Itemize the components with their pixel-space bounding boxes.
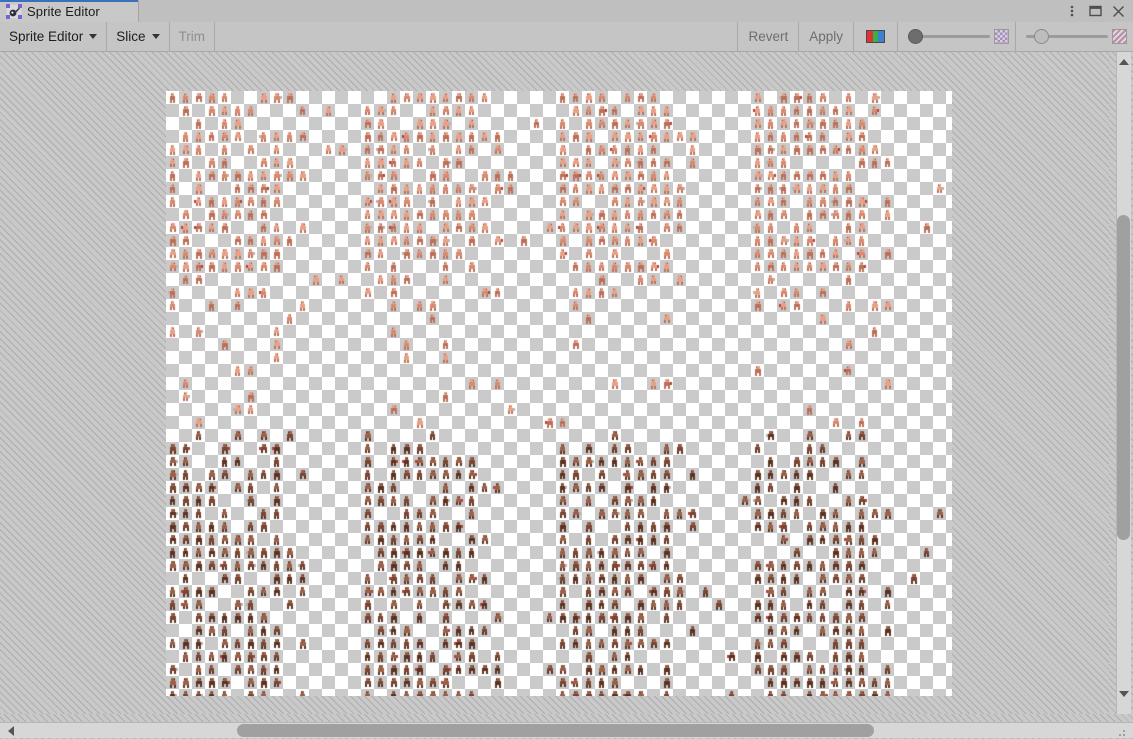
window-tab-bar: Sprite Editor — [0, 0, 1133, 22]
alpha-slider-track[interactable] — [908, 29, 990, 45]
scroll-up-arrow[interactable] — [1117, 56, 1130, 68]
kebab-menu-icon[interactable] — [1061, 0, 1083, 22]
trim-button: Trim — [170, 22, 216, 51]
horizontal-scrollbar-thumb[interactable] — [237, 724, 874, 737]
rgb-swatch-graphic — [866, 30, 885, 43]
trim-button-label: Trim — [178, 29, 206, 44]
tab-sprite-editor[interactable]: Sprite Editor — [0, 0, 139, 22]
close-icon[interactable] — [1107, 0, 1129, 22]
chevron-down-icon — [89, 34, 98, 39]
scroll-left-arrow[interactable] — [4, 724, 18, 737]
vertical-scrollbar[interactable] — [1109, 52, 1133, 714]
vertical-scrollbar-thumb[interactable] — [1117, 215, 1130, 540]
revert-button[interactable]: Revert — [737, 22, 798, 51]
checker-alpha-icon — [994, 29, 1009, 44]
sprite-canvas-viewport[interactable] — [0, 52, 1109, 714]
horizontal-scrollbar[interactable] — [0, 714, 1133, 739]
chevron-down-icon — [151, 34, 160, 39]
maximize-icon[interactable] — [1084, 0, 1106, 22]
window-controls — [1061, 0, 1129, 22]
sprite-editor-window: Sprite Editor Sprite Editor Slice Trim R… — [0, 0, 1133, 739]
toolbar-right-group: Revert Apply — [737, 22, 1133, 51]
slice-menu-label: Slice — [116, 29, 146, 44]
zoom-slider-knob[interactable] — [1034, 29, 1049, 44]
sprite-layer — [166, 91, 952, 696]
sprite-sheet-canvas[interactable] — [166, 91, 952, 696]
rgb-channel-swatch[interactable] — [853, 22, 897, 51]
sprite-editor-toolbar: Sprite Editor Slice Trim Revert Apply — [0, 22, 1133, 52]
checker-pattern-icon — [1112, 29, 1127, 44]
sprite-editor-icon — [6, 3, 22, 19]
revert-button-label: Revert — [748, 29, 789, 44]
zoom-slider-track[interactable] — [1026, 29, 1108, 45]
tab-label: Sprite Editor — [27, 3, 100, 19]
zoom-slider[interactable] — [1015, 22, 1133, 51]
sprite-editor-menu[interactable]: Sprite Editor — [0, 22, 108, 51]
sprite-editor-menu-label: Sprite Editor — [9, 29, 84, 44]
scroll-down-arrow[interactable] — [1117, 688, 1130, 700]
apply-button[interactable]: Apply — [798, 22, 853, 51]
resize-grip[interactable] — [1118, 724, 1128, 736]
apply-button-label: Apply — [809, 29, 843, 44]
alpha-slider-knob[interactable] — [908, 29, 923, 44]
alpha-slider[interactable] — [897, 22, 1015, 51]
slice-menu[interactable]: Slice — [107, 22, 170, 51]
